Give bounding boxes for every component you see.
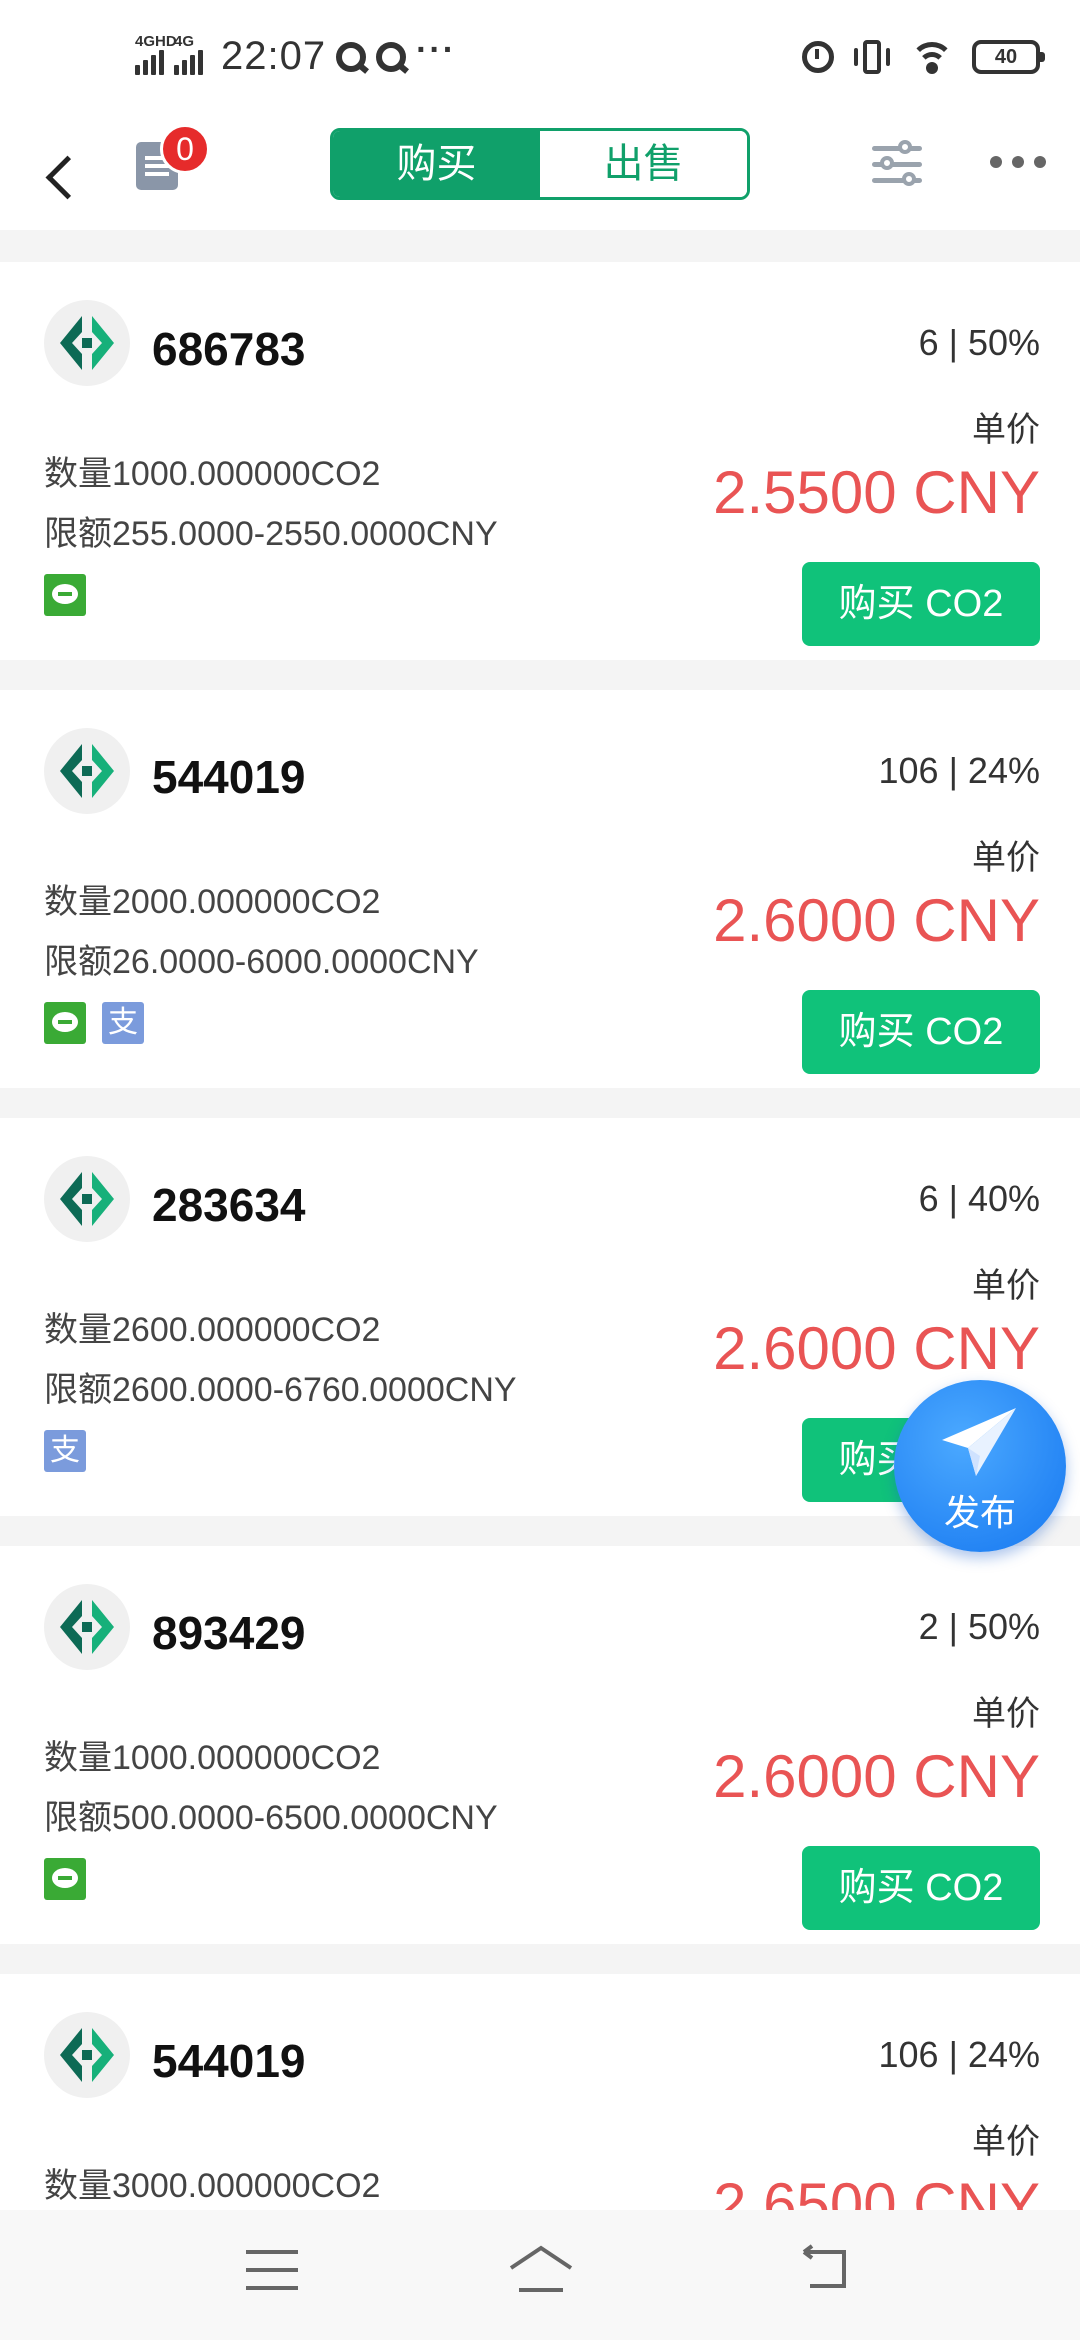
limit: 限额255.0000-2550.0000CNY bbox=[44, 515, 498, 553]
battery-icon: 40 bbox=[972, 40, 1045, 74]
signal-icon: 4GHD bbox=[135, 33, 177, 75]
home-icon[interactable] bbox=[505, 2240, 577, 2300]
merchant-id[interactable]: 283634 bbox=[152, 1178, 306, 1232]
quantity: 数量2000.000000CO2 bbox=[44, 883, 381, 921]
payment-methods: 支 bbox=[44, 1430, 86, 1472]
quantity: 数量2600.000000CO2 bbox=[44, 1311, 381, 1349]
merchant-stats: 106 | 24% bbox=[878, 750, 1040, 791]
listing-list: 686783 6 | 50% 单价 2.5500 CNY 数量1000.0000… bbox=[0, 262, 1080, 2210]
buy-button[interactable]: 购买 CO2 bbox=[802, 562, 1040, 646]
clock: 22:07 bbox=[221, 34, 327, 78]
listing-card: 544019 106 | 24% 单价 2.6000 CNY 数量2000.00… bbox=[0, 690, 1080, 1088]
vibrate-icon bbox=[852, 40, 892, 74]
price-label: 单价 bbox=[972, 1695, 1040, 1733]
payment-methods bbox=[44, 1858, 86, 1900]
signal-2-icon: 4G bbox=[174, 33, 203, 75]
merchant-stats: 2 | 50% bbox=[918, 1606, 1040, 1647]
wechat-pay-icon bbox=[44, 1002, 86, 1044]
system-nav-bar bbox=[0, 2210, 1080, 2340]
notification-overflow: ··· bbox=[416, 31, 457, 69]
sim2-label: 4G bbox=[174, 32, 195, 50]
quantity: 数量1000.000000CO2 bbox=[44, 455, 381, 493]
price-label: 单价 bbox=[972, 2123, 1040, 2161]
limit: 限额500.0000-6500.0000CNY bbox=[44, 1799, 498, 1837]
price: 2.6000 CNY bbox=[713, 1315, 1040, 1382]
buy-button[interactable]: 购买 CO2 bbox=[802, 990, 1040, 1074]
avatar[interactable] bbox=[44, 2012, 130, 2098]
status-bar: 4GHD 4G 22:07 ··· 40 bbox=[0, 0, 1080, 120]
listing-card: 893429 2 | 50% 单价 2.6000 CNY 数量1000.0000… bbox=[0, 1546, 1080, 1944]
listing-card: 686783 6 | 50% 单价 2.5500 CNY 数量1000.0000… bbox=[0, 262, 1080, 660]
more-icon[interactable] bbox=[990, 156, 1046, 176]
alarm-icon bbox=[802, 41, 834, 73]
alipay-icon: 支 bbox=[44, 1430, 86, 1472]
buy-button[interactable]: 购买 CO2 bbox=[802, 1846, 1040, 1930]
merchant-stats: 6 | 50% bbox=[918, 322, 1040, 363]
publish-fab[interactable]: 发布 bbox=[894, 1380, 1066, 1552]
alipay-icon: 支 bbox=[102, 1002, 144, 1044]
avatar[interactable] bbox=[44, 1156, 130, 1242]
avatar[interactable] bbox=[44, 728, 130, 814]
merchant-id[interactable]: 544019 bbox=[152, 750, 306, 804]
quantity: 数量3000.000000CO2 bbox=[44, 2167, 381, 2205]
trade-type-toggle: 购买 出售 bbox=[330, 128, 750, 200]
merchant-id[interactable]: 893429 bbox=[152, 1606, 306, 1660]
price: 2.6000 CNY bbox=[713, 1743, 1040, 1810]
avatar[interactable] bbox=[44, 1584, 130, 1670]
price: 2.5500 CNY bbox=[713, 459, 1040, 526]
wechat-pay-icon bbox=[44, 574, 86, 616]
payment-methods: 支 bbox=[44, 1002, 144, 1044]
price-label: 单价 bbox=[972, 839, 1040, 877]
merchant-stats: 6 | 40% bbox=[918, 1178, 1040, 1219]
merchant-stats: 106 | 24% bbox=[878, 2034, 1040, 2075]
filter-icon[interactable] bbox=[870, 140, 924, 190]
recent-apps-icon[interactable] bbox=[246, 2250, 298, 2292]
price-label: 单价 bbox=[972, 411, 1040, 449]
payment-methods bbox=[44, 574, 86, 616]
merchant-id[interactable]: 544019 bbox=[152, 2034, 306, 2088]
tab-sell[interactable]: 出售 bbox=[540, 131, 747, 197]
back-nav-icon[interactable] bbox=[798, 2244, 852, 2294]
publish-label: 发布 bbox=[943, 1492, 1016, 1533]
wechat-pay-icon bbox=[44, 1858, 86, 1900]
q-app-icon-2 bbox=[376, 41, 407, 72]
price-label: 单价 bbox=[972, 1267, 1040, 1305]
back-icon[interactable] bbox=[34, 138, 94, 208]
limit: 限额26.0000-6000.0000CNY bbox=[44, 943, 479, 981]
limit: 限额2600.0000-6760.0000CNY bbox=[44, 1371, 517, 1409]
orders-badge: 0 bbox=[160, 124, 210, 174]
sim1-label: 4GHD bbox=[135, 32, 177, 50]
q-app-icon bbox=[336, 41, 367, 72]
price: 2.6000 CNY bbox=[713, 887, 1040, 954]
wifi-icon bbox=[910, 40, 954, 74]
top-bar: 0 购买 出售 bbox=[0, 120, 1080, 230]
avatar[interactable] bbox=[44, 300, 130, 386]
paper-plane-icon bbox=[942, 1408, 1016, 1476]
merchant-id[interactable]: 686783 bbox=[152, 322, 306, 376]
listing-card: 544019 106 | 24% 单价 2.6500 CNY 数量3000.00… bbox=[0, 1974, 1080, 2210]
orders-button[interactable]: 0 bbox=[132, 124, 210, 194]
quantity: 数量1000.000000CO2 bbox=[44, 1739, 381, 1777]
tab-buy[interactable]: 购买 bbox=[333, 131, 540, 197]
price: 2.6500 CNY bbox=[713, 2171, 1040, 2210]
